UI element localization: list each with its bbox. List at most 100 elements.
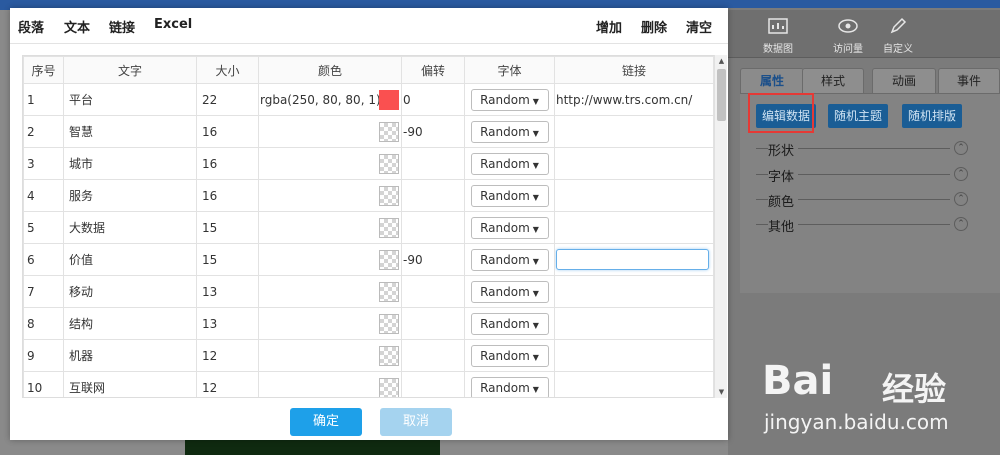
text-cell[interactable]: 大数据 bbox=[63, 211, 197, 244]
rotate-cell[interactable] bbox=[401, 179, 465, 212]
link-cell[interactable] bbox=[554, 179, 714, 212]
color-cell[interactable]: rgba(250, 80, 80, 1) bbox=[258, 83, 402, 116]
link-cell[interactable] bbox=[554, 147, 714, 180]
scroll-up-icon[interactable]: ▲ bbox=[715, 55, 728, 67]
size-cell[interactable]: 22 bbox=[196, 83, 259, 116]
color-swatch[interactable] bbox=[379, 186, 399, 206]
add-button[interactable]: 增加 bbox=[596, 17, 622, 36]
link-cell[interactable] bbox=[554, 307, 714, 340]
color-cell[interactable] bbox=[258, 307, 402, 340]
size-cell[interactable]: 15 bbox=[196, 211, 259, 244]
color-swatch[interactable] bbox=[379, 282, 399, 302]
color-swatch[interactable] bbox=[379, 250, 399, 270]
text-cell[interactable]: 平台 bbox=[63, 83, 197, 116]
font-dropdown[interactable]: Random ▼ bbox=[470, 120, 549, 143]
tab-animation[interactable]: 动画 bbox=[872, 68, 936, 94]
size-cell[interactable]: 15 bbox=[196, 243, 259, 276]
color-swatch[interactable] bbox=[379, 154, 399, 174]
size-cell[interactable]: 16 bbox=[196, 179, 259, 212]
color-swatch[interactable] bbox=[379, 378, 399, 397]
delete-button[interactable]: 删除 bbox=[641, 17, 667, 36]
text-cell[interactable]: 价值 bbox=[63, 243, 197, 276]
paragraph-tab[interactable]: 段落 bbox=[18, 17, 44, 36]
color-swatch[interactable] bbox=[379, 314, 399, 334]
color-cell[interactable] bbox=[258, 211, 402, 244]
property-other[interactable]: 其他 ⌃ bbox=[756, 216, 968, 235]
link-cell[interactable] bbox=[554, 211, 714, 244]
random-layout-button[interactable]: 随机排版 bbox=[902, 104, 963, 128]
text-tab[interactable]: 文本 bbox=[64, 17, 90, 36]
chevron-up-icon[interactable]: ⌃ bbox=[954, 141, 968, 155]
color-cell[interactable] bbox=[258, 275, 402, 308]
link-cell[interactable] bbox=[554, 115, 714, 148]
chevron-up-icon[interactable]: ⌃ bbox=[954, 217, 968, 231]
rotate-cell[interactable] bbox=[401, 211, 465, 244]
size-cell[interactable]: 16 bbox=[196, 115, 259, 148]
color-cell[interactable] bbox=[258, 243, 402, 276]
chart-tool[interactable]: 数据图 bbox=[750, 16, 806, 55]
tab-style[interactable]: 样式 bbox=[802, 68, 864, 94]
rotate-cell[interactable] bbox=[401, 275, 465, 308]
font-dropdown[interactable]: Random ▼ bbox=[470, 248, 549, 271]
link-cell[interactable] bbox=[554, 339, 714, 372]
grid-scrollbar[interactable]: ▲ ▼ bbox=[714, 55, 727, 398]
text-cell[interactable]: 互联网 bbox=[63, 371, 197, 397]
size-cell[interactable]: 12 bbox=[196, 339, 259, 372]
text-cell[interactable]: 移动 bbox=[63, 275, 197, 308]
scroll-down-icon[interactable]: ▼ bbox=[715, 386, 728, 398]
link-cell[interactable]: http://www.trs.com.cn/ bbox=[554, 83, 714, 116]
font-dropdown[interactable]: Random ▼ bbox=[470, 312, 549, 335]
color-cell[interactable] bbox=[258, 371, 402, 397]
chevron-up-icon[interactable]: ⌃ bbox=[954, 192, 968, 206]
size-cell[interactable]: 16 bbox=[196, 147, 259, 180]
rotate-cell[interactable]: -90 bbox=[401, 115, 465, 148]
color-cell[interactable] bbox=[258, 147, 402, 180]
size-cell[interactable]: 13 bbox=[196, 307, 259, 340]
link-cell[interactable] bbox=[554, 371, 714, 397]
size-cell[interactable]: 13 bbox=[196, 275, 259, 308]
link-cell[interactable] bbox=[554, 275, 714, 308]
size-cell[interactable]: 12 bbox=[196, 371, 259, 397]
random-theme-button[interactable]: 随机主题 bbox=[828, 104, 889, 128]
confirm-button[interactable]: 确定 bbox=[290, 408, 362, 436]
color-swatch[interactable] bbox=[379, 346, 399, 366]
property-color[interactable]: 颜色 ⌃ bbox=[756, 191, 968, 210]
views-tool[interactable]: 访问量 bbox=[820, 16, 876, 55]
text-cell[interactable]: 智慧 bbox=[63, 115, 197, 148]
color-swatch[interactable] bbox=[379, 122, 399, 142]
link-input[interactable] bbox=[556, 249, 709, 270]
color-cell[interactable] bbox=[258, 115, 402, 148]
font-dropdown[interactable]: Random ▼ bbox=[470, 344, 549, 367]
rotate-cell[interactable] bbox=[401, 307, 465, 340]
property-font[interactable]: 字体 ⌃ bbox=[756, 166, 968, 185]
link-tab[interactable]: 链接 bbox=[109, 17, 135, 36]
tab-events[interactable]: 事件 bbox=[938, 68, 1000, 94]
tab-attributes[interactable]: 属性 bbox=[740, 68, 804, 94]
font-dropdown[interactable]: Random ▼ bbox=[470, 152, 549, 175]
font-dropdown[interactable]: Random ▼ bbox=[470, 216, 549, 239]
cancel-button[interactable]: 取消 bbox=[380, 408, 452, 436]
font-dropdown[interactable]: Random ▼ bbox=[470, 376, 549, 397]
rotate-cell[interactable] bbox=[401, 339, 465, 372]
color-cell[interactable] bbox=[258, 179, 402, 212]
property-shape[interactable]: 形状 ⌃ bbox=[756, 140, 968, 159]
text-cell[interactable]: 结构 bbox=[63, 307, 197, 340]
font-dropdown[interactable]: Random ▼ bbox=[470, 280, 549, 303]
clear-button[interactable]: 清空 bbox=[686, 17, 712, 36]
rotate-cell[interactable] bbox=[401, 147, 465, 180]
rotate-cell[interactable]: -90 bbox=[401, 243, 465, 276]
color-cell[interactable] bbox=[258, 339, 402, 372]
font-dropdown[interactable]: Random ▼ bbox=[470, 184, 549, 207]
rotate-cell[interactable]: 0 bbox=[401, 83, 465, 116]
color-swatch[interactable] bbox=[379, 90, 399, 110]
excel-tab[interactable]: Excel bbox=[154, 17, 192, 32]
text-cell[interactable]: 城市 bbox=[63, 147, 197, 180]
color-swatch[interactable] bbox=[379, 218, 399, 238]
text-cell[interactable]: 机器 bbox=[63, 339, 197, 372]
chevron-up-icon[interactable]: ⌃ bbox=[954, 167, 968, 181]
text-cell[interactable]: 服务 bbox=[63, 179, 197, 212]
scroll-thumb[interactable] bbox=[717, 69, 726, 121]
custom-tool[interactable]: 自定义 bbox=[870, 16, 926, 55]
rotate-cell[interactable] bbox=[401, 371, 465, 397]
font-dropdown[interactable]: Random ▼ bbox=[470, 88, 549, 111]
